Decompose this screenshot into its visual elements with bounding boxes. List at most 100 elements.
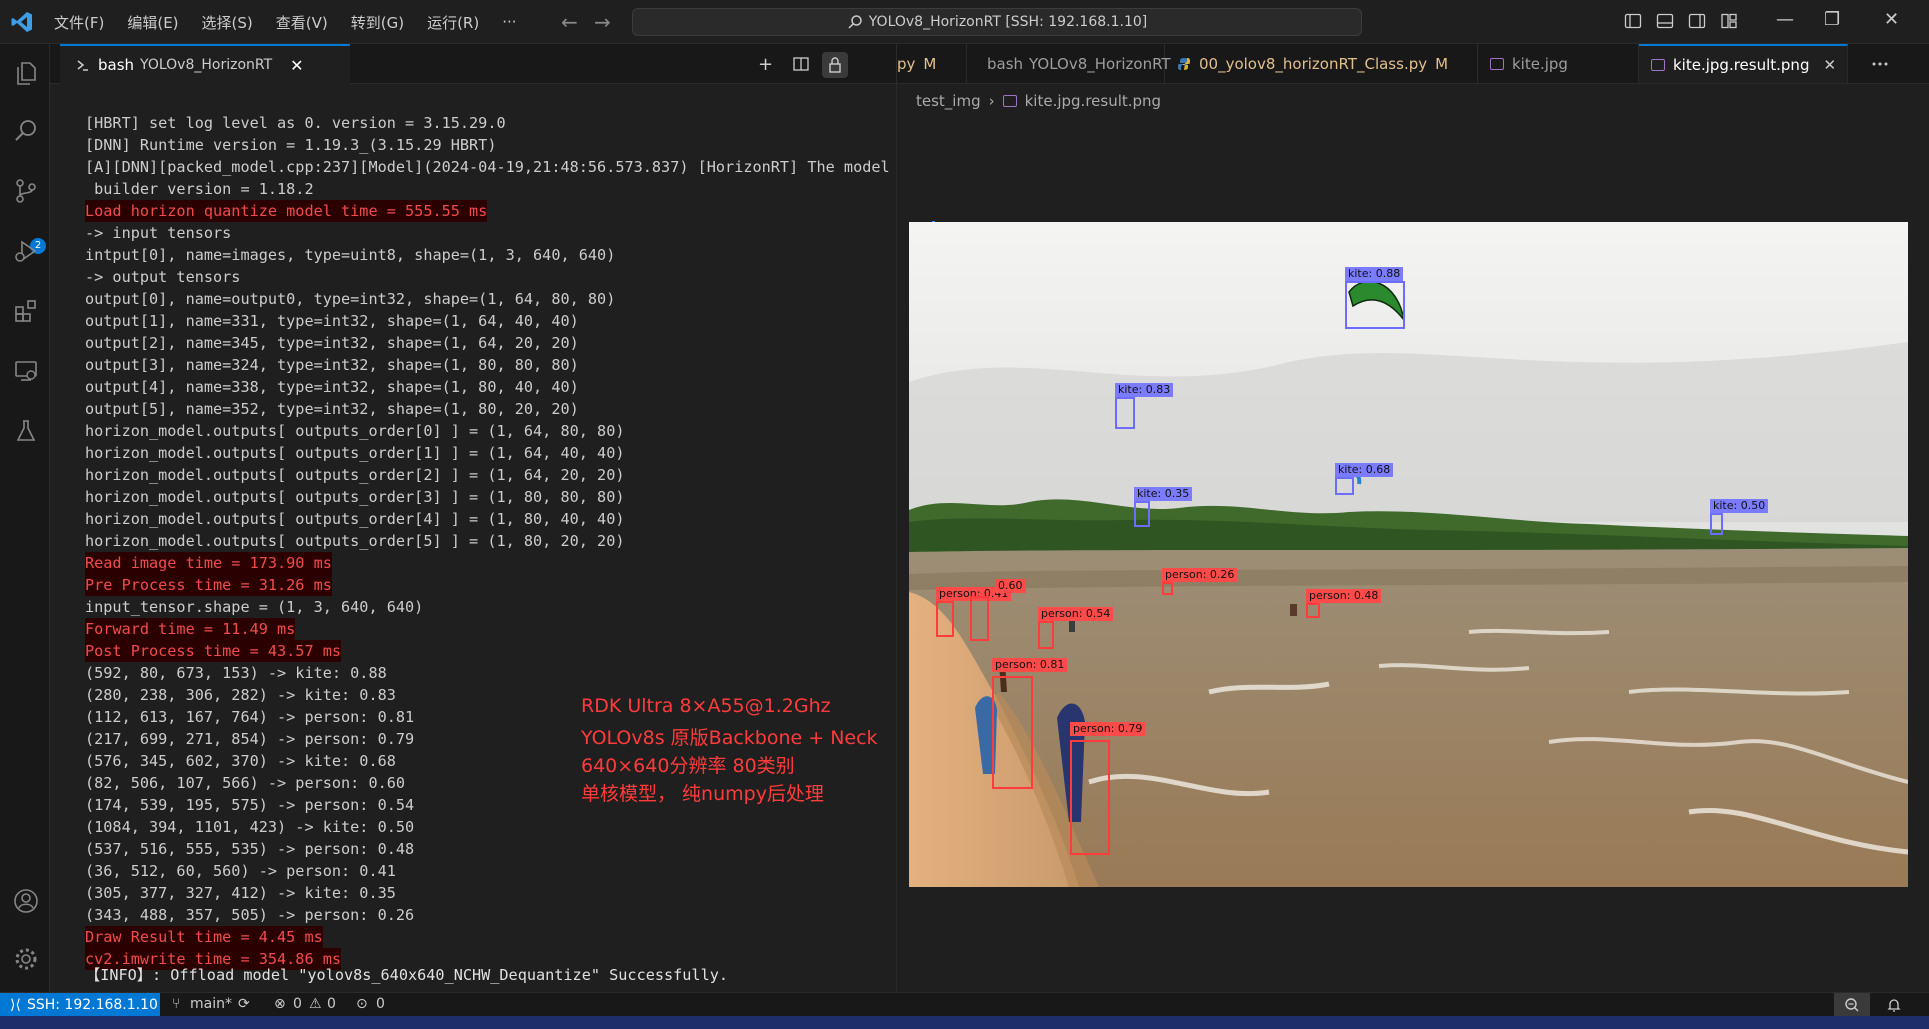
terminal-line: output[5], name=352, type=int32, shape=(… [85,400,579,418]
close-icon[interactable]: ✕ [290,56,303,75]
new-terminal-icon[interactable]: + [758,54,773,75]
terminal-line: (343, 488, 357, 505) -> person: 0.26 [85,906,415,924]
zoom-button[interactable] [1834,993,1870,1017]
tab-label: py [897,55,916,73]
overlay-caption-line: RDK Ultra 8×A55@1.2Ghz [581,695,831,717]
terminal-line: Post Process time = 43.57 ms [85,640,342,662]
modified-marker: M [1435,55,1449,73]
terminal-line: intput[0], name=images, type=uint8, shap… [85,246,616,264]
detection-label: person: 0.26 [1162,568,1238,582]
detection-box-kite [1335,477,1354,495]
detection-box-person [992,676,1033,789]
terminal-tab-bar: bash YOLOv8_HorizonRT ✕ + [50,44,922,84]
terminal-line: [DNN] Runtime version = 1.19.3_(3.15.29 … [85,136,497,154]
detection-box-kite [1345,281,1405,329]
terminal-line: input_tensor.shape = (1, 3, 640, 640) [85,598,424,616]
modified-marker: M [923,55,937,73]
terminal-output[interactable]: [HBRT] set log level as 0. version = 3.1… [50,84,935,992]
panel-divider[interactable] [896,44,897,992]
chevron-right-icon: › [988,92,995,110]
menu-more[interactable]: ··· [502,13,516,31]
ports-count[interactable]: 0 [376,996,385,1012]
toggle-panel-icon[interactable] [1656,12,1674,30]
minimize-icon[interactable]: — [1776,9,1794,30]
remote-explorer-icon[interactable] [13,358,39,384]
breadcrumb-file[interactable]: kite.jpg.result.png [1025,92,1161,110]
toggle-primary-sidebar-icon[interactable] [1624,12,1642,30]
terminal-line: horizon_model.outputs[ outputs_order[3] … [85,488,625,506]
breadcrumb-folder[interactable]: test_img [916,92,981,110]
image-file-icon [1490,58,1504,70]
close-icon[interactable]: ✕ [1823,56,1836,74]
terminal-line: (576, 345, 602, 370) -> kite: 0.68 [85,752,396,770]
warning-count[interactable]: 0 [327,996,336,1012]
menu-file[interactable]: 文件(F) [54,12,104,33]
detection-label: kite: 0.35 [1134,487,1193,501]
detection-label: person: 0.54 [1038,607,1114,621]
tab-label: kite.jpg.result.png [1673,56,1810,74]
title-bar: 文件(F) 编辑(E) 选择(S) 查看(V) 转到(G) 运行(R) ··· … [0,0,1929,44]
detection-box-person [1162,582,1173,595]
menu-view[interactable]: 查看(V) [276,12,328,33]
image-file-icon [1651,59,1665,71]
tab-label: kite.jpg [1512,55,1568,73]
customize-layout-icon[interactable] [1720,12,1738,30]
command-center-search[interactable]: YOLOv8_HorizonRT [SSH: 192.168.1.10] [632,8,1362,36]
split-editor-icon[interactable] [793,56,809,72]
detection-box-person [1306,603,1320,618]
menu-run[interactable]: 运行(R) [427,12,479,33]
detection-box-kite [1115,397,1135,429]
detection-box-kite [1134,501,1150,527]
notifications-bell-icon[interactable] [1886,997,1902,1013]
editor-tab-class-py[interactable]: 00_yolov8_horizonRT_Class.py M [1165,44,1478,83]
ports-icon: ⊙ [356,996,368,1012]
toggle-secondary-sidebar-icon[interactable] [1688,12,1706,30]
terminal-line: -> input tensors [85,224,232,242]
editor-tab-kite-result[interactable]: kite.jpg.result.png ✕ [1639,44,1848,83]
git-branch[interactable]: main* [190,996,232,1012]
terminal-line: horizon_model.outputs[ outputs_order[0] … [85,422,625,440]
error-count[interactable]: 0 [293,996,302,1012]
terminal-tab-sub: YOLOv8_HorizonRT [140,57,273,73]
command-center-text: YOLOv8_HorizonRT [SSH: 192.168.1.10] [868,14,1148,30]
terminal-tab-bash[interactable]: bash YOLOv8_HorizonRT ✕ [60,44,350,84]
editor-tab-bar: py M bash YOLOv8_HorizonRT 00_yolov8_hor… [897,44,1929,84]
terminal-line: Forward time = 11.49 ms [85,618,296,640]
terminal-line: (112, 613, 167, 764) -> person: 0.81 [85,708,415,726]
search-icon[interactable] [13,118,39,144]
settings-gear-icon[interactable] [13,946,39,972]
terminal-line: Load horizon quantize model time = 555.5… [85,200,488,222]
extensions-icon[interactable] [13,298,39,324]
source-control-icon[interactable] [13,178,39,204]
account-icon[interactable] [13,888,39,914]
menu-selection[interactable]: 选择(S) [202,12,253,33]
detection-label: 0.60 [995,579,1026,593]
terminal-line: (537, 516, 555, 535) -> person: 0.48 [85,840,415,858]
terminal-line: (174, 539, 195, 575) -> person: 0.54 [85,796,415,814]
terminal-line: [A][DNN][packed_model.cpp:237][Model](20… [85,158,890,176]
editor-tab-kite-jpg[interactable]: kite.jpg [1478,44,1639,83]
terminal-line: (305, 377, 327, 412) -> kite: 0.35 [85,884,396,902]
terminal-line: (280, 238, 306, 282) -> kite: 0.83 [85,686,396,704]
detection-label: person: 0.81 [992,658,1068,672]
detection-label: kite: 0.83 [1115,383,1174,397]
editor-tab-py-file[interactable]: py M [897,44,967,83]
explorer-icon[interactable] [13,60,39,86]
remote-indicator[interactable]: ⟩⟨ SSH: 192.168.1.10 [0,993,160,1017]
overlay-caption-line: 640×640分辨率 80类别 [581,755,795,777]
restore-icon[interactable]: ❐ [1824,9,1840,30]
terminal-line: (217, 699, 271, 854) -> person: 0.79 [85,730,415,748]
close-window-icon[interactable]: ✕ [1884,9,1899,30]
more-actions-icon[interactable] [1871,56,1889,72]
lock-icon[interactable] [822,52,848,78]
editor-tab-bash[interactable]: bash YOLOv8_HorizonRT [967,44,1171,83]
terminal-line: Read image time = 173.90 ms [85,552,332,574]
terminal-line: Pre Process time = 31.26 ms [85,574,332,596]
run-debug-icon[interactable] [13,238,39,264]
menu-go[interactable]: 转到(G) [351,12,404,33]
menu-edit[interactable]: 编辑(E) [127,12,178,33]
sync-icon[interactable]: ⟳ [238,996,250,1012]
back-arrow-icon[interactable]: ← [561,10,578,34]
forward-arrow-icon[interactable]: → [594,10,611,34]
testing-flask-icon[interactable] [13,418,39,444]
